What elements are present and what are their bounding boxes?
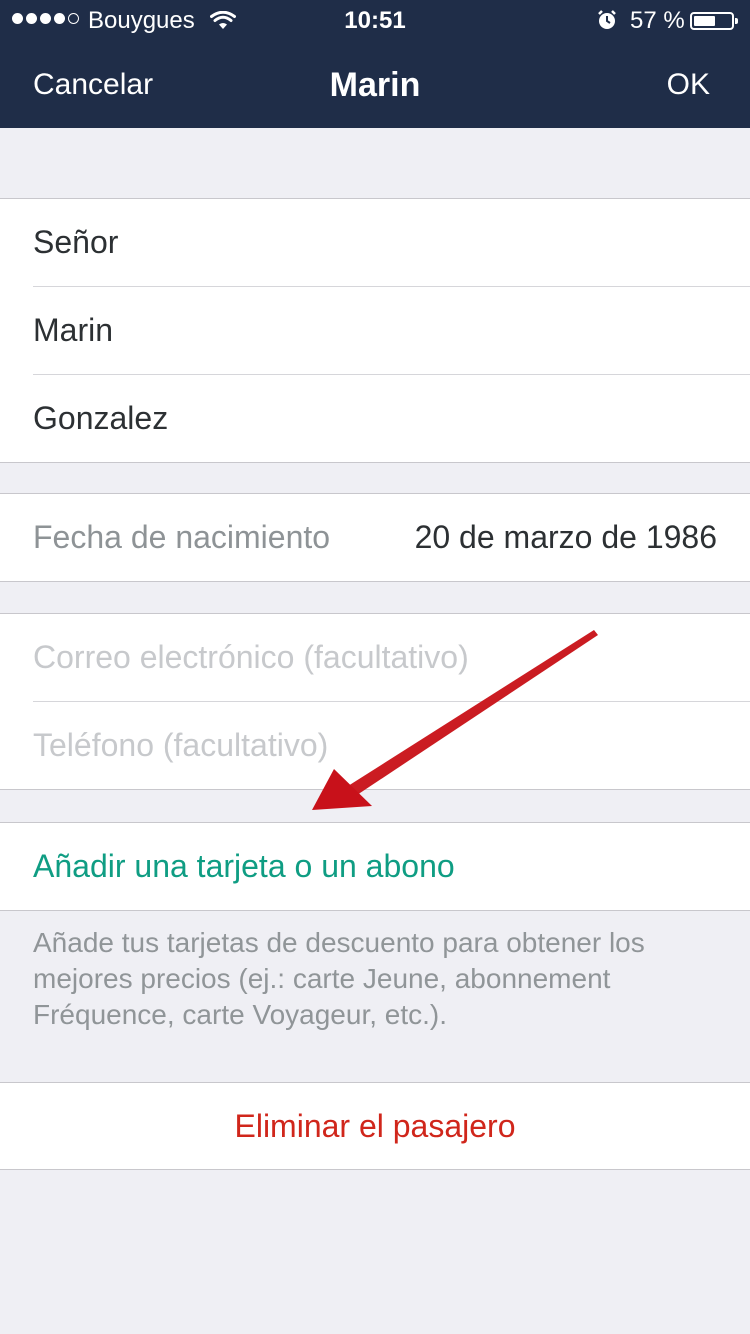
- add-card-button[interactable]: Añadir una tarjeta o un abono: [33, 823, 750, 910]
- last-name-value: Gonzalez: [33, 400, 169, 436]
- first-name-field[interactable]: Marin: [33, 286, 750, 374]
- page-title: Marin: [329, 66, 421, 104]
- top-bar: Bouygues 10:51 57 % Cancelar Marin OK: [0, 0, 750, 128]
- birth-date-row[interactable]: Fecha de nacimiento 20 de marzo de 1986: [33, 494, 750, 581]
- add-card-label: Añadir una tarjeta o un abono: [33, 848, 455, 884]
- status-bar: Bouygues 10:51 57 %: [0, 0, 750, 40]
- phone-placeholder: Teléfono (facultativo): [33, 727, 329, 763]
- birth-date-label: Fecha de nacimiento: [33, 519, 331, 555]
- delete-passenger-button[interactable]: Eliminar el pasajero: [0, 1083, 750, 1169]
- ok-button[interactable]: OK: [667, 68, 710, 102]
- battery-icon: [690, 12, 738, 30]
- alarm-icon: [596, 9, 618, 38]
- card-footnote: Añade tus tarjetas de descuento para obt…: [33, 927, 645, 1030]
- birth-date-value: 20 de marzo de 1986: [414, 519, 717, 555]
- first-name-value: Marin: [33, 312, 114, 348]
- title-value: Señor: [33, 224, 119, 260]
- email-placeholder: Correo electrónico (facultativo): [33, 639, 469, 675]
- contact-section: Correo electrónico (facultativo) Teléfon…: [0, 613, 750, 790]
- delete-passenger-label: Eliminar el pasajero: [234, 1107, 516, 1144]
- last-name-field[interactable]: Gonzalez: [33, 374, 750, 462]
- delete-section: Eliminar el pasajero: [0, 1082, 750, 1170]
- name-section: Señor Marin Gonzalez: [0, 198, 750, 463]
- email-field[interactable]: Correo electrónico (facultativo): [33, 614, 750, 701]
- phone-field[interactable]: Teléfono (facultativo): [33, 701, 750, 789]
- card-section: Añadir una tarjeta o un abono: [0, 822, 750, 911]
- title-field[interactable]: Señor: [33, 199, 750, 286]
- birth-section: Fecha de nacimiento 20 de marzo de 1986: [0, 493, 750, 582]
- battery-percent: 57 %: [630, 7, 685, 34]
